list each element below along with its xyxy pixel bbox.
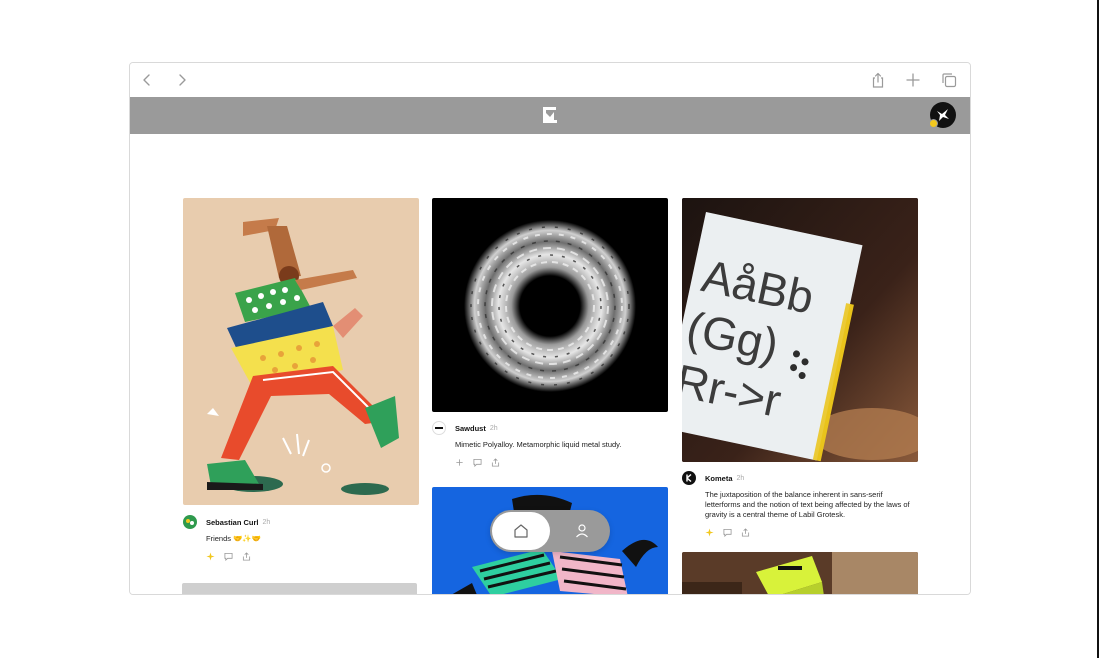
- nav-home-button[interactable]: [492, 512, 550, 550]
- page-edge: [1097, 0, 1099, 658]
- post-caption: The juxtaposition of the balance inheren…: [705, 490, 910, 519]
- chevron-right-icon: [179, 74, 186, 86]
- author-name[interactable]: Kometa: [705, 474, 733, 483]
- post-actions: [705, 527, 918, 537]
- post-meta: Sebastian Curl 2h Friends 🤝✨🤝: [183, 514, 419, 561]
- comment-button[interactable]: [224, 552, 233, 561]
- profile-icon: [576, 524, 588, 538]
- author-name[interactable]: Sawdust: [455, 424, 486, 433]
- browser-window: Sebastian Curl 2h Friends 🤝✨🤝 Sawdust 2h…: [129, 62, 971, 595]
- post-image-yellow-object[interactable]: [682, 552, 918, 594]
- back-button[interactable]: [137, 70, 157, 90]
- app-header: [130, 97, 970, 134]
- comment-button[interactable]: [473, 458, 482, 467]
- post-image-type-specimen[interactable]: AåBb (Gg) Rr->r: [682, 198, 918, 462]
- forward-button[interactable]: [172, 70, 192, 90]
- author-avatar[interactable]: [682, 471, 696, 485]
- like-button[interactable]: [455, 458, 464, 467]
- post-image-liquid-metal[interactable]: [432, 198, 668, 412]
- post-meta: Kometa 2h The juxtaposition of the balan…: [682, 470, 918, 537]
- post-actions: [206, 551, 419, 561]
- plus-icon: [906, 73, 920, 87]
- share-icon: [741, 527, 750, 537]
- comment-icon: [473, 458, 482, 467]
- author-name[interactable]: Sebastian Curl: [206, 518, 259, 527]
- like-button[interactable]: [206, 551, 215, 561]
- author-row: Sawdust 2h: [432, 420, 668, 436]
- author-avatar[interactable]: [183, 515, 197, 529]
- post-caption: Friends 🤝✨🤝: [206, 534, 262, 543]
- like-button[interactable]: [705, 527, 714, 537]
- post-time: 2h: [262, 518, 271, 526]
- share-icon: [872, 72, 884, 88]
- feed: Sebastian Curl 2h Friends 🤝✨🤝 Sawdust 2h…: [130, 134, 970, 594]
- comment-button[interactable]: [723, 528, 732, 537]
- share-icon: [491, 457, 500, 467]
- browser-toolbar: [130, 63, 970, 97]
- comment-icon: [224, 552, 233, 561]
- comment-icon: [723, 528, 732, 537]
- chevron-left-icon: [143, 74, 150, 86]
- post-actions: [455, 457, 668, 467]
- bottom-navigation: [490, 510, 610, 552]
- sparkle-icon: [705, 527, 714, 537]
- post-caption: Mimetic Polyalloy. Metamorphic liquid me…: [455, 440, 622, 449]
- notification-dot: [929, 119, 938, 128]
- plus-icon: [456, 458, 463, 466]
- app-logo-icon[interactable]: [540, 105, 560, 125]
- share-post-button[interactable]: [242, 551, 251, 561]
- author-avatar[interactable]: [432, 421, 446, 435]
- share-post-button[interactable]: [491, 457, 500, 467]
- share-post-button[interactable]: [741, 527, 750, 537]
- sparkle-icon: [206, 551, 215, 561]
- nav-profile-button[interactable]: [556, 512, 608, 550]
- home-icon: [514, 524, 528, 538]
- new-tab-button[interactable]: [903, 70, 923, 90]
- share-icon: [242, 551, 251, 561]
- author-row: Kometa 2h: [682, 470, 918, 486]
- post-image-illustration[interactable]: [183, 198, 419, 505]
- share-button[interactable]: [868, 70, 888, 90]
- author-row: Sebastian Curl 2h: [183, 514, 419, 530]
- tabs-icon: [942, 73, 957, 88]
- post-time: 2h: [489, 424, 498, 432]
- tabs-button[interactable]: [939, 70, 959, 90]
- post-image-placeholder[interactable]: [182, 583, 417, 594]
- post-time: 2h: [736, 474, 745, 482]
- post-meta: Sawdust 2h Mimetic Polyalloy. Metamorphi…: [432, 420, 668, 467]
